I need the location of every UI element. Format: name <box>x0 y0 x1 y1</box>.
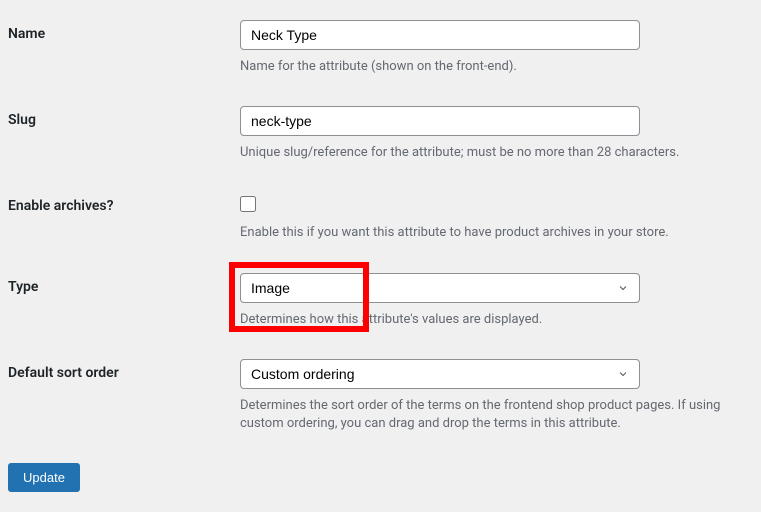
update-button[interactable]: Update <box>8 463 80 492</box>
slug-label: Slug <box>8 106 240 128</box>
slug-input[interactable] <box>240 106 640 136</box>
archives-label: Enable archives? <box>8 192 240 214</box>
type-label: Type <box>8 273 240 295</box>
type-select[interactable]: Image <box>240 273 640 303</box>
sort-description: Determines the sort order of the terms o… <box>240 397 753 433</box>
slug-description: Unique slug/reference for the attribute;… <box>240 144 753 162</box>
sort-select[interactable]: Custom ordering <box>240 359 640 389</box>
type-description: Determines how this attribute's values a… <box>240 311 753 329</box>
name-label: Name <box>8 20 240 42</box>
sort-label: Default sort order <box>8 359 240 381</box>
archives-checkbox[interactable] <box>240 196 256 212</box>
archives-description: Enable this if you want this attribute t… <box>240 224 753 242</box>
name-input[interactable] <box>240 20 640 50</box>
name-description: Name for the attribute (shown on the fro… <box>240 58 753 76</box>
